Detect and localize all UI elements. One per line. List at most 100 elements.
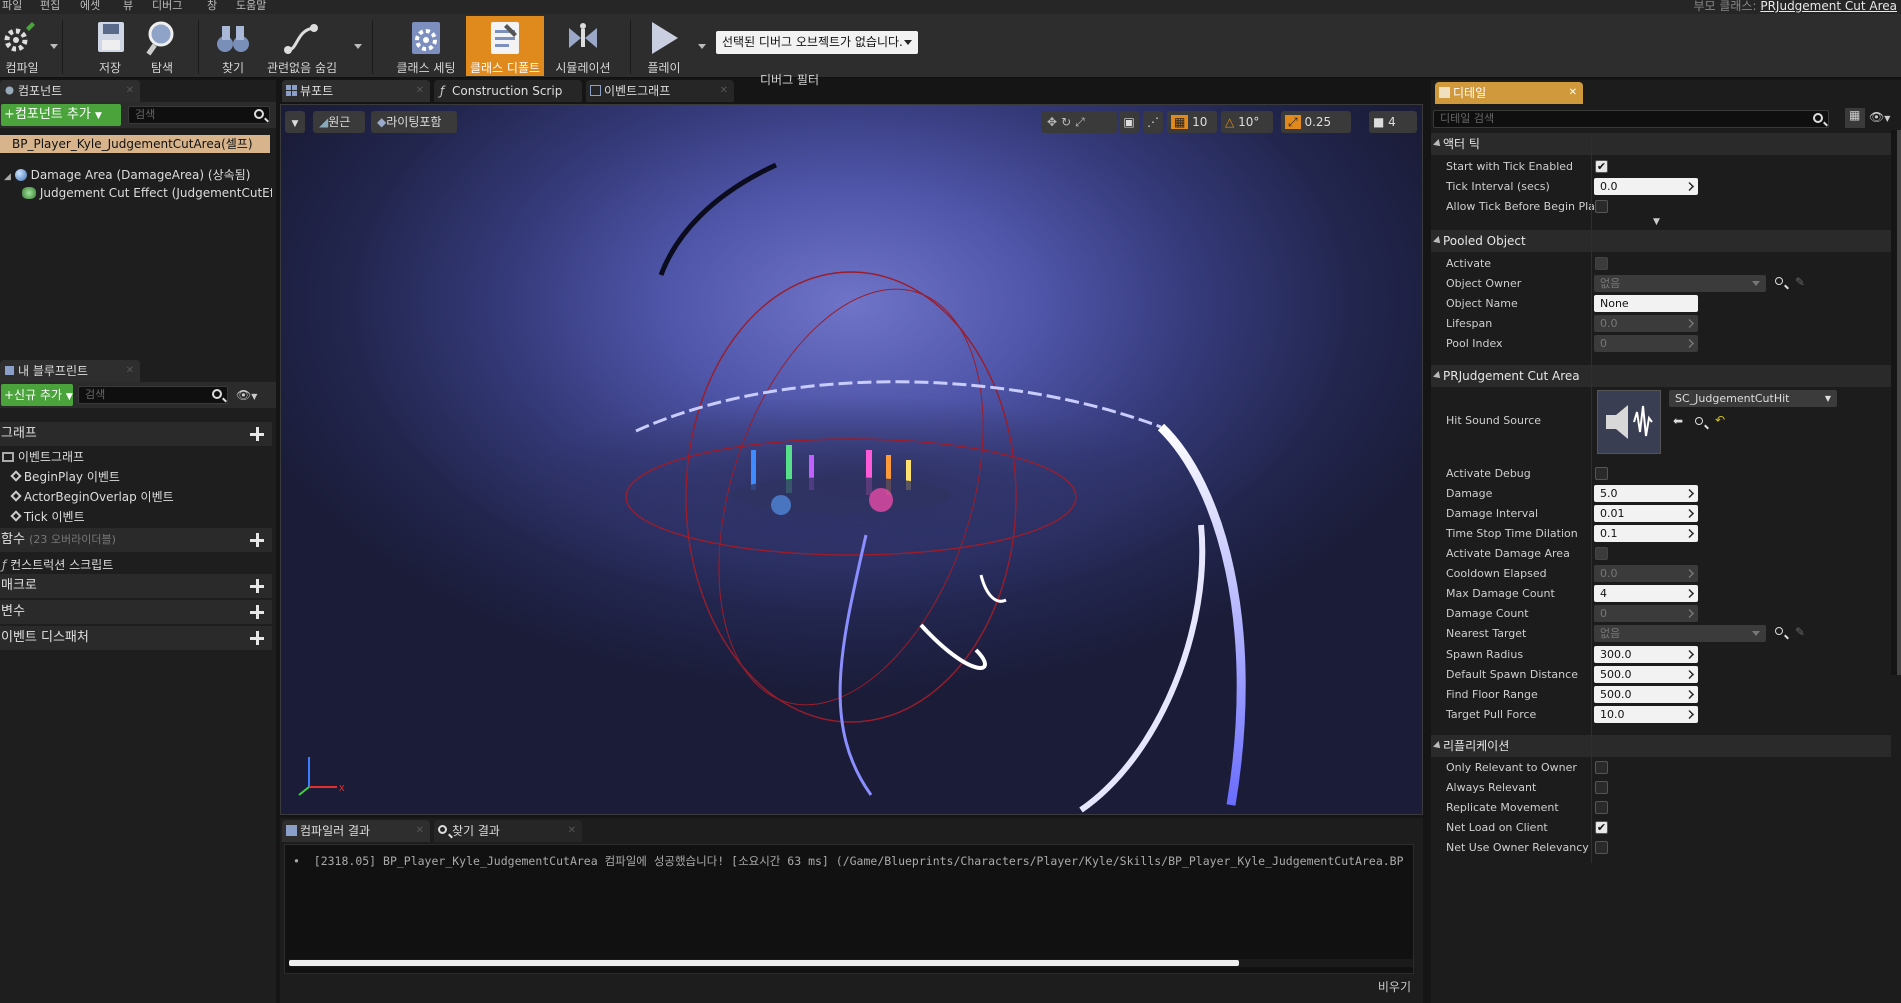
- section-actor-tick[interactable]: 액터 틱: [1431, 133, 1891, 155]
- event-graph-item[interactable]: 이벤트그래프: [2, 448, 84, 465]
- property-column-divider[interactable]: [1591, 133, 1592, 863]
- move-icon[interactable]: ✥: [1047, 115, 1061, 129]
- picker-icon[interactable]: ✎: [1795, 275, 1805, 289]
- section-replication[interactable]: 리플리케이션: [1431, 735, 1891, 757]
- tab-details[interactable]: 디테일 ✕: [1435, 82, 1583, 104]
- section-judgement-cut-area[interactable]: PRJudgement Cut Area: [1431, 365, 1891, 387]
- tab-components[interactable]: 컴포넌트 ✕: [0, 80, 140, 102]
- component-self-row[interactable]: BP_Player_Kyle_JudgementCutArea(셀프): [0, 135, 270, 153]
- always-relevant-checkbox[interactable]: [1595, 781, 1608, 794]
- close-icon[interactable]: ✕: [1569, 82, 1577, 104]
- section-macros[interactable]: 매크로: [0, 574, 272, 598]
- tab-construction-script[interactable]: ƒ Construction Scrip: [434, 80, 582, 102]
- spawn-radius-input[interactable]: 300.0: [1594, 646, 1698, 663]
- event-item[interactable]: BeginPlay 이벤트: [10, 468, 120, 485]
- perspective-button[interactable]: ◢원근: [313, 111, 365, 133]
- hide-unrelated-dropdown[interactable]: [354, 44, 362, 49]
- net-load-client-checkbox[interactable]: ✔: [1595, 821, 1608, 834]
- close-icon[interactable]: ✕: [416, 820, 424, 842]
- play-button[interactable]: 플레이: [640, 16, 688, 76]
- close-icon[interactable]: ✕: [126, 360, 134, 382]
- scrollbar-thumb[interactable]: [1897, 130, 1901, 675]
- tick-interval-input[interactable]: 0.0: [1594, 178, 1698, 195]
- compile-button[interactable]: 컴파일: [0, 16, 44, 76]
- max-damage-count-input[interactable]: 4: [1594, 585, 1698, 602]
- surface-snap-button[interactable]: ⋰: [1143, 111, 1163, 133]
- parent-class-link[interactable]: PRJudgement Cut Area: [1760, 0, 1897, 13]
- menu-view[interactable]: 뷰: [123, 0, 133, 13]
- component-item[interactable]: ◢ Damage Area (DamageArea) (상속됨): [4, 166, 250, 183]
- tab-my-blueprint[interactable]: 내 블루프린트 ✕: [0, 360, 140, 382]
- clear-button[interactable]: 비우기: [1378, 978, 1411, 995]
- add-dispatcher-plus-icon[interactable]: [250, 631, 264, 645]
- browse-icon[interactable]: [1695, 417, 1703, 425]
- camera-speed[interactable]: ■ 4: [1369, 111, 1417, 133]
- rotate-icon[interactable]: ↻: [1061, 115, 1075, 129]
- menu-window[interactable]: 창: [207, 0, 217, 13]
- replicate-movement-checkbox[interactable]: [1595, 801, 1608, 814]
- components-search-input[interactable]: 검색: [128, 106, 270, 124]
- debug-object-select[interactable]: 선택된 디버그 오브젝트가 없습니다.: [716, 31, 918, 54]
- pull-force-input[interactable]: 10.0: [1594, 706, 1698, 723]
- event-item[interactable]: ActorBeginOverlap 이벤트: [10, 488, 174, 505]
- class-settings-button[interactable]: 클래스 세팅: [390, 16, 462, 76]
- rotation-snap[interactable]: △ 10°: [1221, 111, 1273, 133]
- compile-options-dropdown[interactable]: [50, 44, 58, 49]
- spawn-distance-input[interactable]: 500.0: [1594, 666, 1698, 683]
- add-graph-plus-icon[interactable]: [250, 427, 264, 441]
- add-component-button[interactable]: +컴포넌트 추가 ▼: [1, 104, 121, 126]
- menu-asset[interactable]: 에셋: [80, 0, 100, 13]
- close-icon[interactable]: ✕: [126, 80, 134, 102]
- net-owner-relevancy-checkbox[interactable]: [1595, 841, 1608, 854]
- add-macro-plus-icon[interactable]: [250, 579, 264, 593]
- add-new-button[interactable]: +신규 추가 ▼: [1, 384, 73, 406]
- find-button[interactable]: 찾기: [208, 16, 258, 76]
- viewport[interactable]: x ▼ ◢원근 ◆라이팅포함 ✥↻⤢ ▣ ⋰ ▦ 10 △ 10° ⤢ 0.25…: [280, 104, 1423, 815]
- close-icon[interactable]: ✕: [416, 80, 424, 102]
- nearest-target-select[interactable]: 없음: [1594, 625, 1766, 642]
- damage-input[interactable]: 5.0: [1594, 485, 1698, 502]
- menu-debug[interactable]: 디버그: [152, 0, 182, 13]
- scale-snap[interactable]: ⤢ 0.25: [1281, 111, 1351, 133]
- details-scrollbar[interactable]: [1891, 130, 1901, 675]
- floor-range-input[interactable]: 500.0: [1594, 686, 1698, 703]
- component-item[interactable]: Judgement Cut Effect (JudgementCutEffec: [22, 186, 272, 200]
- hit-sound-select[interactable]: SC_JudgementCutHit ▼: [1669, 390, 1837, 407]
- section-event-dispatchers[interactable]: 이벤트 디스패처: [0, 626, 272, 650]
- log-area[interactable]: • [2318.05] BP_Player_Kyle_JudgementCutA…: [284, 844, 1414, 974]
- menu-help[interactable]: 도움말: [236, 0, 266, 13]
- object-owner-select[interactable]: 없음: [1594, 275, 1766, 292]
- tab-compiler-results[interactable]: 컴파일러 결과 ✕: [282, 820, 430, 842]
- hide-unrelated-button[interactable]: 관련없음 숨김: [262, 16, 342, 76]
- sound-thumbnail[interactable]: [1597, 390, 1661, 454]
- scale-icon[interactable]: ⤢: [1075, 115, 1089, 129]
- world-local-button[interactable]: ▣: [1119, 111, 1139, 133]
- class-defaults-button[interactable]: 클래스 디폴트: [466, 16, 544, 76]
- menu-file[interactable]: 파일: [2, 0, 22, 13]
- construction-script-item[interactable]: ƒ 컨스트럭션 스크립트: [2, 556, 113, 573]
- time-stop-input[interactable]: 0.1: [1594, 525, 1698, 542]
- object-name-input[interactable]: None: [1594, 295, 1698, 312]
- activate-checkbox[interactable]: [1595, 257, 1608, 270]
- close-icon[interactable]: ✕: [720, 80, 728, 102]
- play-options-dropdown[interactable]: [698, 44, 706, 49]
- browse-icon[interactable]: [1775, 627, 1783, 635]
- tab-find-results[interactable]: 찾기 결과 ✕: [434, 820, 582, 842]
- reset-arrow-icon[interactable]: ↶: [1715, 413, 1725, 427]
- picker-icon[interactable]: ✎: [1795, 625, 1805, 639]
- view-options-button[interactable]: 👁▼: [236, 388, 266, 402]
- tab-viewport[interactable]: 뷰포트 ✕: [282, 80, 430, 102]
- save-button[interactable]: 저장: [88, 16, 132, 76]
- event-item[interactable]: Tick 이벤트: [10, 508, 85, 525]
- browse-button[interactable]: 탐색: [140, 16, 184, 76]
- damage-interval-input[interactable]: 0.01: [1594, 505, 1698, 522]
- activate-damage-area-checkbox[interactable]: [1595, 547, 1608, 560]
- transform-tools[interactable]: ✥↻⤢: [1041, 111, 1117, 133]
- activate-debug-checkbox[interactable]: [1595, 467, 1608, 480]
- advanced-expand-arrow-icon[interactable]: ▼: [1653, 217, 1660, 227]
- only-relevant-owner-checkbox[interactable]: [1595, 761, 1608, 774]
- section-graphs[interactable]: 그래프: [0, 422, 272, 446]
- details-search-input[interactable]: 디테일 검색: [1433, 110, 1829, 128]
- add-variable-plus-icon[interactable]: [250, 605, 264, 619]
- menu-edit[interactable]: 편집: [40, 0, 60, 13]
